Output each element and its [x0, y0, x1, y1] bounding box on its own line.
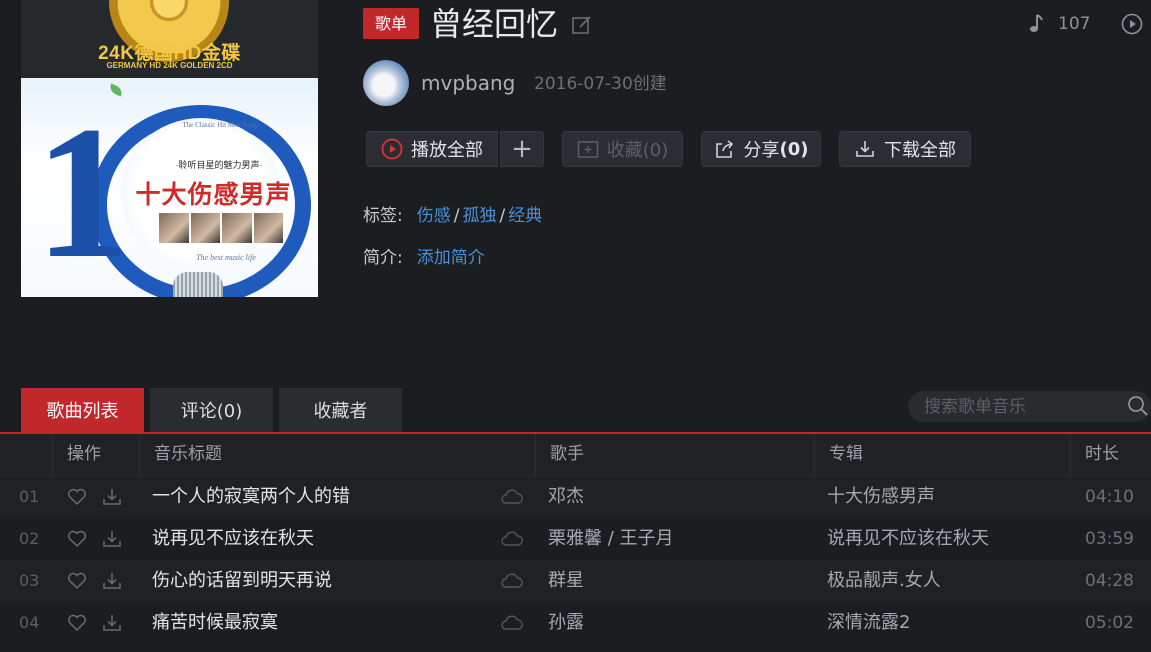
microphone-graphic [173, 272, 223, 297]
cover-small-caption: ·聆听目星的魅力男声· [175, 160, 263, 170]
header-artist: 歌手 [535, 434, 814, 475]
playlist-badge: 歌单 [363, 8, 419, 39]
share-button[interactable]: 分享 (0) [701, 131, 821, 167]
tag-separator: / [499, 206, 506, 226]
play-count-area: 107 [1028, 12, 1090, 36]
tag-link[interactable]: 伤感 [417, 204, 451, 228]
header-ops: 操作 [52, 434, 139, 475]
play-all-button[interactable]: 播放全部 [366, 131, 498, 167]
download-icon[interactable] [101, 486, 123, 508]
play-all-label: 播放全部 [411, 140, 483, 161]
tab-collectors[interactable]: 收藏者 [279, 388, 402, 432]
song-album[interactable]: 深情流露2 [827, 602, 910, 644]
share-label: 分享 [743, 140, 780, 161]
share-icon [715, 140, 733, 158]
header-title: 音乐标题 [139, 434, 535, 475]
tag-link[interactable]: 经典 [508, 204, 542, 228]
song-album[interactable]: 说再见不应该在秋天 [827, 518, 989, 560]
song-duration: 04:28 [1085, 571, 1134, 591]
heart-icon[interactable] [66, 486, 88, 508]
song-duration: 05:02 [1085, 613, 1134, 633]
table-row[interactable]: 01 一个人的寂寞两个人的错 邓杰 十大伤感男声 04:10 [0, 476, 1151, 518]
favorite-button[interactable]: 收藏(0) [562, 131, 683, 167]
header-album: 专辑 [814, 434, 1070, 475]
song-album[interactable]: 十大伤感男声 [827, 476, 935, 518]
tab-song-list[interactable]: 歌曲列表 [21, 388, 144, 432]
download-icon[interactable] [101, 528, 123, 550]
search-box [908, 391, 1151, 422]
cloud-icon [501, 531, 523, 546]
tags-label: 标签: [363, 206, 403, 226]
song-artist[interactable]: 邓杰 [548, 476, 584, 518]
download-icon[interactable] [101, 612, 123, 634]
cover-number-one: 1 [35, 88, 130, 297]
download-all-button[interactable]: 下载全部 [839, 131, 971, 167]
play-count: 107 [1058, 14, 1091, 34]
cover-artwork: 101 The Classic Hit Men Songs ·聆听目星的魅力男声… [21, 78, 318, 297]
search-icon[interactable] [1127, 395, 1149, 417]
song-artist[interactable]: 群星 [548, 560, 584, 602]
tag-link[interactable]: 孤独 [462, 204, 496, 228]
cover-bottom-text: The best music life [196, 253, 256, 262]
song-album[interactable]: 极品靓声.女人 [827, 560, 941, 602]
cloud-icon [501, 573, 523, 588]
song-title[interactable]: 说再见不应该在秋天 [152, 518, 314, 560]
row-index: 04 [19, 613, 40, 632]
table-row[interactable]: 02 说再见不应该在秋天 栗雅馨 / 王子月 说再见不应该在秋天 03:59 [0, 518, 1151, 560]
header-duration: 时长 [1070, 434, 1151, 475]
cover-photo-strip [159, 213, 283, 243]
table-row[interactable]: 03 伤心的话留到明天再说 群星 极品靓声.女人 04:28 [0, 560, 1151, 602]
created-date: 2016-07-30创建 [534, 74, 667, 94]
row-index: 03 [19, 571, 40, 590]
album-cover: 24K德国HD金碟 GERMANY HD 24K GOLDEN 2CD 101 … [21, 0, 318, 297]
row-index: 02 [19, 529, 40, 548]
play-icon [381, 138, 403, 160]
download-icon [856, 141, 874, 157]
song-artist[interactable]: 栗雅馨 / 王子月 [548, 518, 674, 560]
table-row[interactable]: 04 痛苦时候最寂寞 孙露 深情流露2 05:02 [0, 602, 1151, 644]
heart-icon[interactable] [66, 528, 88, 550]
cover-english-text: The Classic Hit Men Songs [182, 121, 260, 129]
intro-label: 简介: [363, 248, 403, 268]
header-index [0, 434, 52, 475]
cover-number: 101 [35, 98, 130, 288]
song-duration: 04:10 [1085, 487, 1134, 507]
folder-plus-icon [577, 141, 598, 158]
creator-avatar[interactable] [363, 60, 409, 106]
share-count: (0) [779, 138, 809, 160]
heart-icon[interactable] [66, 570, 88, 592]
song-title[interactable]: 伤心的话留到明天再说 [152, 560, 332, 602]
search-input[interactable] [922, 391, 1116, 422]
row-index: 01 [19, 487, 40, 506]
table-header: 操作 音乐标题 歌手 专辑 时长 [0, 434, 1151, 476]
add-to-queue-button[interactable]: + [500, 131, 544, 167]
creator-name[interactable]: mvpbang [421, 70, 515, 96]
heart-icon[interactable] [66, 612, 88, 634]
tags-row: 标签: 伤感 / 孤独 / 经典 [363, 204, 542, 228]
song-title[interactable]: 痛苦时候最寂寞 [152, 602, 278, 644]
tab-comments[interactable]: 评论(0) [150, 388, 273, 432]
playlist-title: 曾经回忆 [430, 5, 559, 43]
song-duration: 03:59 [1085, 529, 1134, 549]
favorite-label: 收藏(0) [606, 140, 669, 161]
song-artist[interactable]: 孙露 [548, 602, 584, 644]
play-circle-icon[interactable] [1121, 13, 1143, 35]
edit-icon[interactable] [571, 14, 593, 36]
download-all-label: 下载全部 [884, 140, 956, 161]
add-intro-link[interactable]: 添加简介 [417, 246, 485, 270]
download-icon[interactable] [101, 570, 123, 592]
playlist-page: 24K德国HD金碟 GERMANY HD 24K GOLDEN 2CD 101 … [0, 0, 1151, 652]
cover-subtitle: GERMANY HD 24K GOLDEN 2CD [106, 61, 233, 70]
music-note-icon [1030, 14, 1043, 32]
intro-row: 简介: 添加简介 [363, 246, 485, 270]
cloud-icon [501, 489, 523, 504]
cover-main-caption: 十大伤感男声 [135, 182, 292, 209]
cloud-icon [501, 615, 523, 630]
song-title[interactable]: 一个人的寂寞两个人的错 [152, 476, 350, 518]
tag-separator: / [453, 206, 460, 226]
